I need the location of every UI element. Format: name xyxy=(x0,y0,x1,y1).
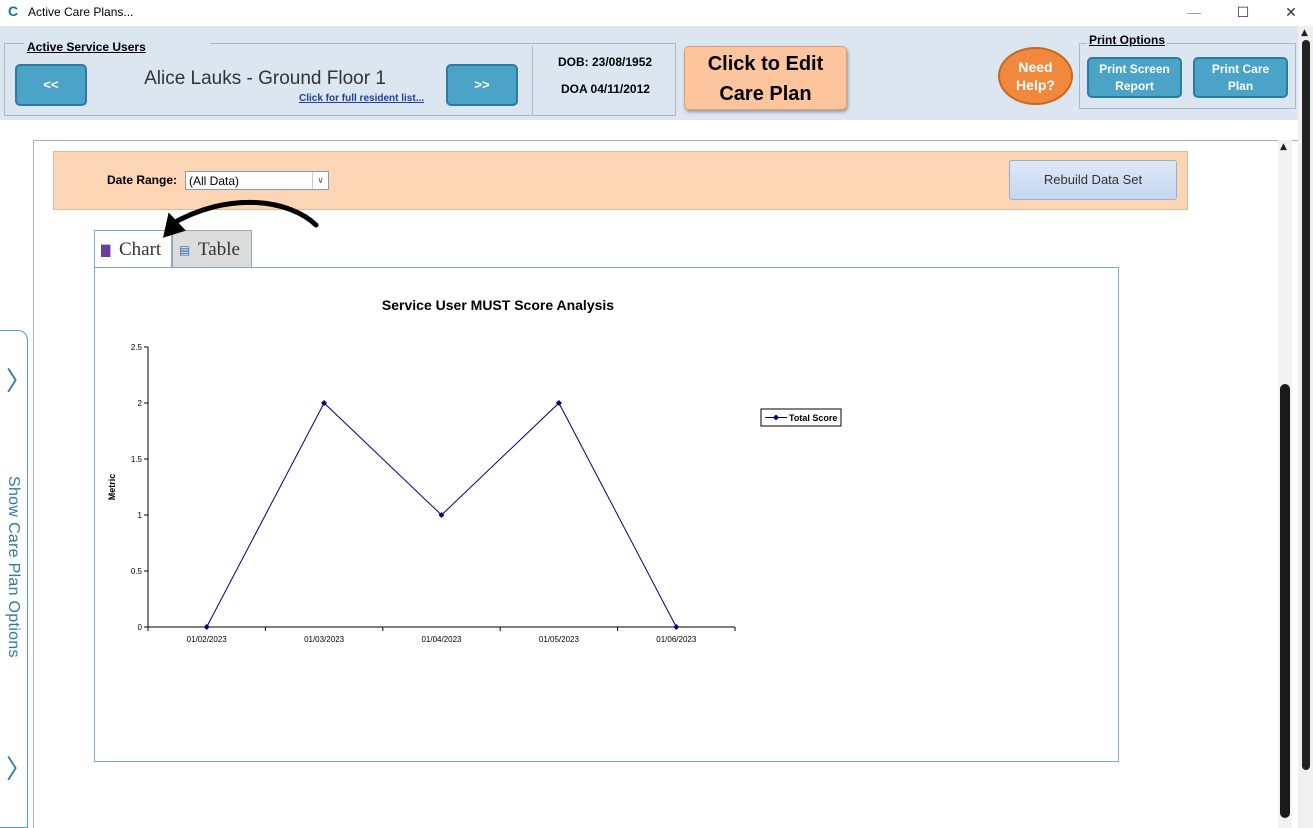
window-title: Active Care Plans... xyxy=(28,5,134,19)
edit-care-plan-button[interactable]: Click to Edit Care Plan xyxy=(684,46,847,110)
need-help-line1: Need xyxy=(1018,59,1053,75)
inner-scrollbar-thumb[interactable] xyxy=(1280,384,1290,818)
annotation-arrow-icon xyxy=(162,199,319,238)
print-care-line1: Print Care xyxy=(1211,62,1270,76)
print-care-line2: Plan xyxy=(1227,79,1254,93)
chart-y-tick-label: 1 xyxy=(138,511,143,520)
print-screen-line1: Print Screen xyxy=(1099,62,1170,76)
date-range-value: (All Data) xyxy=(189,174,240,188)
chart-x-tick-label: 01/06/2023 xyxy=(656,635,697,644)
scroll-up-icon[interactable]: ▲ xyxy=(1280,142,1287,152)
maximize-button[interactable]: ☐ xyxy=(1223,2,1263,22)
edit-care-plan-line1: Click to Edit xyxy=(707,53,824,75)
chart-x-tick-label: 01/04/2023 xyxy=(421,635,462,644)
print-screen-report-button[interactable]: Print Screen Report xyxy=(1087,57,1182,98)
chart-y-tick-label: 1.5 xyxy=(131,455,143,464)
must-score-chart: Service User MUST Score Analysis Metric … xyxy=(107,297,842,644)
chevron-right-icon[interactable]: 〉 xyxy=(6,361,32,398)
close-button[interactable]: ✕ xyxy=(1271,2,1311,22)
resident-name: Alice Lauks - Ground Floor 1 xyxy=(144,68,386,89)
chart-data-point xyxy=(673,624,680,630)
chart-icon: ▇ xyxy=(101,243,111,257)
service-users-legend: Active Service Users xyxy=(25,40,148,54)
date-of-admission: DOA 04/11/2012 xyxy=(561,82,650,96)
need-help-button[interactable]: Need Help? xyxy=(998,47,1073,105)
edit-care-plan-line2: Care Plan xyxy=(719,83,812,105)
chart-y-tick-label: 0.5 xyxy=(131,567,143,576)
minimize-button[interactable]: — xyxy=(1174,2,1214,22)
chart-x-tick-label: 01/02/2023 xyxy=(187,635,228,644)
outer-scrollbar-thumb[interactable] xyxy=(1302,40,1310,770)
chart-legend-label: Total Score xyxy=(789,413,837,423)
app-logo-icon: C xyxy=(8,3,19,19)
window-title-bar: C Active Care Plans... — ☐ ✕ xyxy=(0,0,1313,26)
chart-y-tick-label: 0 xyxy=(138,623,143,632)
date-range-label: Date Range: xyxy=(107,173,178,187)
chart-y-tick-label: 2 xyxy=(138,399,143,408)
chart-data-point xyxy=(203,624,210,630)
chevron-down-icon[interactable]: ∨ xyxy=(312,172,328,189)
rebuild-data-set-button[interactable]: Rebuild Data Set xyxy=(1009,160,1177,200)
chart-x-tick-label: 01/03/2023 xyxy=(304,635,345,644)
next-resident-button[interactable]: >> xyxy=(446,64,518,106)
need-help-line2: Help? xyxy=(1016,77,1055,93)
date-range-select[interactable]: (All Data) ∨ xyxy=(185,171,329,190)
chart-y-axis-label: Metric xyxy=(107,474,117,501)
show-care-plan-options-label[interactable]: Show Care Plan Options xyxy=(4,476,22,658)
chart-legend: Total Score xyxy=(760,408,842,427)
chart-x-tick-label: 01/05/2023 xyxy=(539,635,580,644)
print-care-plan-button[interactable]: Print Care Plan xyxy=(1193,57,1288,98)
full-resident-list-link[interactable]: Click for full resident list... xyxy=(299,93,424,104)
print-screen-line2: Report xyxy=(1115,79,1154,93)
chart-y-tick-label: 2.5 xyxy=(131,343,143,352)
chevron-right-icon[interactable]: 〉 xyxy=(6,749,32,786)
scroll-up-icon[interactable]: ▲ xyxy=(1301,28,1308,38)
chart-title: Service User MUST Score Analysis xyxy=(382,297,614,313)
print-options-legend: Print Options xyxy=(1087,33,1167,47)
previous-resident-button[interactable]: << xyxy=(15,64,87,106)
date-of-birth: DOB: 23/08/1952 xyxy=(558,55,653,69)
chart-panel: Service User MUST Score Analysis Metric … xyxy=(94,267,1119,762)
